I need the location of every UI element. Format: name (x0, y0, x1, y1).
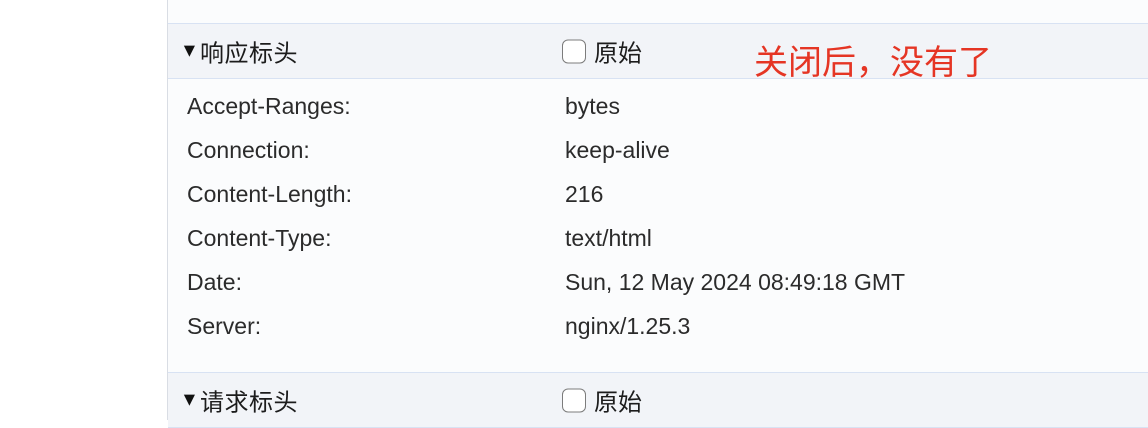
headers-panel: ▼ 响应标头 原始 关闭后，没有了 Accept-Ranges: bytes C… (167, 0, 1148, 428)
header-value: 216 (565, 181, 604, 207)
header-row: Accept-Ranges: bytes (168, 85, 1148, 129)
response-raw-checkbox[interactable] (562, 39, 586, 63)
response-raw-label: 原始 (594, 40, 642, 68)
header-name: Accept-Ranges: (187, 93, 351, 119)
header-row: Server: nginx/1.25.3 (168, 305, 1148, 349)
header-row: Date: Sun, 12 May 2024 08:49:18 GMT (168, 261, 1148, 305)
header-value: nginx/1.25.3 (565, 313, 691, 339)
response-headers-title: 响应标头 (200, 40, 298, 68)
request-headers-toggle[interactable]: ▼ 请求标头 (180, 383, 298, 418)
header-row: Content-Length: 216 (168, 173, 1148, 217)
header-name: Content-Type: (187, 225, 332, 251)
header-name: Connection: (187, 137, 310, 163)
disclosure-triangle-icon: ▼ (180, 40, 199, 61)
header-value: text/html (565, 225, 652, 251)
response-raw-toggle[interactable]: 原始 (562, 34, 642, 69)
request-raw-toggle[interactable]: 原始 (562, 383, 642, 418)
request-raw-label: 原始 (594, 389, 642, 417)
annotation-text: 关闭后，没有了 (754, 43, 992, 83)
response-headers-toggle[interactable]: ▼ 响应标头 (180, 34, 298, 69)
header-value: keep-alive (565, 137, 670, 163)
header-row: Connection: keep-alive (168, 129, 1148, 173)
response-headers-header: ▼ 响应标头 原始 (168, 23, 1148, 79)
header-value: bytes (565, 93, 620, 119)
disclosure-triangle-icon: ▼ (180, 389, 199, 410)
request-raw-checkbox[interactable] (562, 388, 586, 412)
header-value: Sun, 12 May 2024 08:49:18 GMT (565, 269, 906, 295)
header-row: Content-Type: text/html (168, 217, 1148, 261)
header-name: Content-Length: (187, 181, 352, 207)
response-headers-table: Accept-Ranges: bytes Connection: keep-al… (168, 85, 1148, 349)
header-name: Server: (187, 313, 262, 339)
left-gutter (0, 0, 167, 420)
request-headers-title: 请求标头 (200, 389, 298, 417)
header-name: Date: (187, 269, 242, 295)
